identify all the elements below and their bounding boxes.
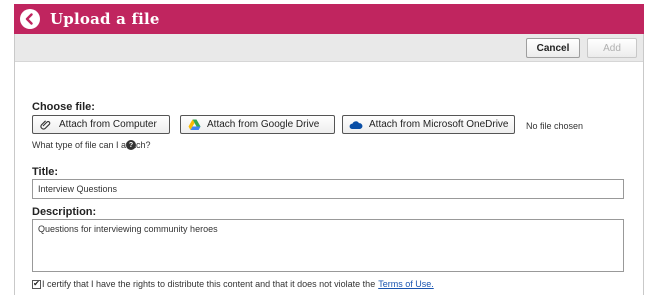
title-input[interactable]: Interview Questions [32,179,624,199]
attach-from-google-drive-label: Attach from Google Drive [207,119,320,130]
file-status: No file chosen [526,121,584,131]
certify-text: I certify that I have the rights to dist… [42,279,376,289]
onedrive-cloud-icon [349,119,363,131]
certify-checkbox[interactable]: ✔ [32,279,41,289]
help-icon[interactable]: ? [126,140,136,150]
description-label: Description: [32,206,97,218]
certify-row: ✔ I certify that I have the rights to di… [32,279,434,289]
google-drive-icon [187,119,201,131]
attach-from-onedrive-label: Attach from Microsoft OneDrive [369,119,509,130]
choose-file-label: Choose file: [32,101,95,113]
attach-from-computer-label: Attach from Computer [59,119,157,130]
attach-from-computer-button[interactable]: Attach from Computer [32,115,170,134]
dialog-title: Upload a file [50,10,160,28]
add-button[interactable]: Add [587,38,637,58]
dialog-header: Upload a file [14,4,644,34]
toolbar: Cancel Add [15,34,643,62]
terms-of-use-link[interactable]: Terms of Use. [378,279,434,289]
title-label: Title: [32,166,59,178]
cancel-button[interactable]: Cancel [526,38,580,58]
description-textarea[interactable]: Questions for interviewing community her… [32,219,624,272]
paperclip-icon [39,119,53,131]
attach-from-google-drive-button[interactable]: Attach from Google Drive [180,115,335,134]
attach-from-onedrive-button[interactable]: Attach from Microsoft OneDrive [342,115,515,134]
back-arrow-icon[interactable] [20,9,40,29]
